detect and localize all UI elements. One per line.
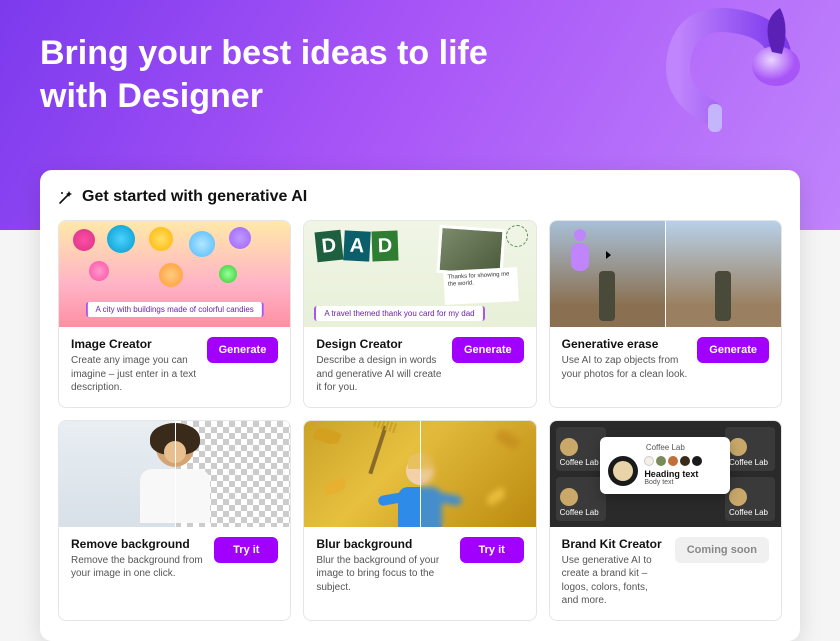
section-heading: Get started with generative AI	[82, 188, 307, 206]
brand-swatches	[644, 456, 702, 466]
brand-kit-popup: Coffee Lab Heading text	[600, 437, 730, 494]
card-desc: Describe a design in words and generativ…	[316, 354, 444, 395]
brand-name: Coffee Lab	[608, 443, 722, 452]
card-image-creator[interactable]: A city with buildings made of colorful c…	[58, 220, 291, 408]
ai-tools-panel: Get started with generative AI A city wi…	[40, 170, 800, 641]
brand-logo-icon	[608, 456, 638, 486]
collage-note: Thanks for showing me the world.	[443, 267, 519, 305]
thumb-generative-erase	[550, 221, 781, 327]
card-desc: Use AI to zap objects from your photos f…	[562, 354, 690, 381]
brush-3d-art	[650, 2, 820, 152]
generate-button[interactable]: Generate	[697, 337, 769, 363]
card-title: Design Creator	[316, 337, 444, 351]
magic-wand-icon	[58, 189, 74, 205]
card-title: Remove background	[71, 537, 206, 551]
card-desc: Create any image you can imagine – just …	[71, 354, 199, 395]
generate-button[interactable]: Generate	[207, 337, 279, 363]
card-title: Generative erase	[562, 337, 690, 351]
prompt-example: A city with buildings made of colorful c…	[86, 302, 264, 317]
card-title: Image Creator	[71, 337, 199, 351]
prompt-example: A travel themed thank you card for my da…	[314, 306, 484, 321]
card-title: Brand Kit Creator	[562, 537, 667, 551]
brand-heading-sample: Heading text	[644, 469, 702, 479]
card-generative-erase[interactable]: Generative erase Use AI to zap objects f…	[549, 220, 782, 408]
cursor-icon	[606, 251, 611, 259]
collage-letters: DAD	[316, 231, 398, 261]
section-header: Get started with generative AI	[58, 188, 782, 206]
thumb-remove-background	[59, 421, 290, 527]
thumb-image-creator: A city with buildings made of colorful c…	[59, 221, 290, 327]
generate-button[interactable]: Generate	[452, 337, 524, 363]
try-it-button[interactable]: Try it	[460, 537, 524, 563]
card-desc: Use generative AI to create a brand kit …	[562, 554, 667, 608]
brand-body-sample: Body text	[644, 479, 702, 486]
hero-title: Bring your best ideas to life with Desig…	[40, 32, 540, 117]
thumb-blur-background	[304, 421, 535, 527]
thumb-brand-kit: Coffee Lab Coffee Lab Coffee Lab Coffee …	[550, 421, 781, 527]
thumb-design-creator: DAD Thanks for showing me the world. A t…	[304, 221, 535, 327]
card-grid: A city with buildings made of colorful c…	[58, 220, 782, 621]
card-brand-kit-creator[interactable]: Coffee Lab Coffee Lab Coffee Lab Coffee …	[549, 420, 782, 621]
card-desc: Remove the background from your image in…	[71, 554, 206, 581]
try-it-button[interactable]: Try it	[214, 537, 278, 563]
card-blur-background[interactable]: Blur background Blur the background of y…	[303, 420, 536, 621]
card-design-creator[interactable]: DAD Thanks for showing me the world. A t…	[303, 220, 536, 408]
card-title: Blur background	[316, 537, 451, 551]
coming-soon-button: Coming soon	[675, 537, 769, 563]
card-remove-background[interactable]: Remove background Remove the background …	[58, 420, 291, 621]
card-desc: Blur the background of your image to bri…	[316, 554, 451, 595]
